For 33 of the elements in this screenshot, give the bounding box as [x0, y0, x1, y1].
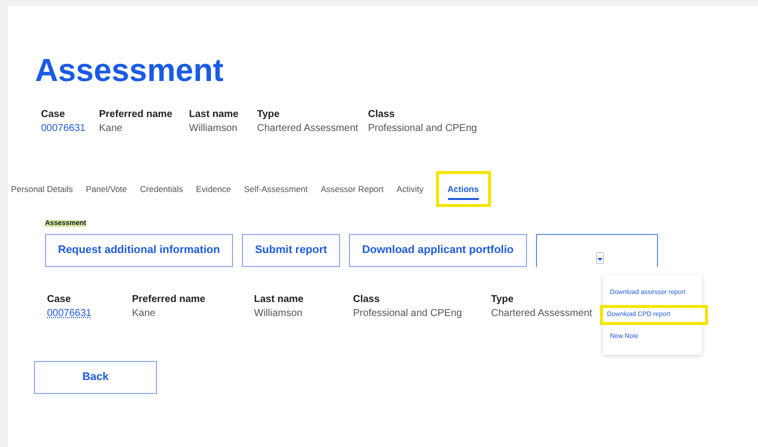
action-button[interactable]: Submit report [242, 234, 340, 267]
field-label: Class [368, 108, 396, 122]
tab[interactable]: Credentials [139, 171, 184, 207]
field-label: Last name [189, 108, 240, 122]
case-link[interactable]: 00076631 [47, 307, 92, 321]
case-link[interactable]: 00076631 [41, 122, 86, 136]
tab[interactable]: Panel/Vote [84, 171, 128, 207]
field-value: Williamson [189, 122, 238, 136]
back-button[interactable]: Back [34, 361, 157, 394]
field-label: Last name [254, 293, 304, 307]
field-label: Class [353, 293, 381, 307]
field-value: Professional and CPEng [353, 307, 463, 321]
field-label: Preferred name [132, 293, 206, 307]
field-value: Chartered Assessment [257, 122, 360, 136]
tab[interactable]: Self-Assessment [242, 171, 309, 207]
action-button[interactable]: Request additional information [45, 234, 233, 267]
tab[interactable]: Activity [396, 171, 425, 207]
field-label: Case [47, 293, 72, 307]
field-value: Williamson [254, 307, 304, 321]
field-value: Professional and CPEng [368, 122, 478, 136]
action-button[interactable]: Download applicant portfolio [349, 234, 527, 267]
field-label: Type [257, 108, 281, 122]
field-label: Case [41, 108, 66, 122]
tab[interactable]: Assessor Report [320, 171, 385, 207]
field-value: Kane [132, 307, 156, 321]
tab[interactable]: Actions [436, 171, 491, 207]
tab[interactable]: Personal Details [10, 171, 74, 207]
field-value: Chartered Assessment [491, 307, 591, 321]
field-value: Kane [99, 122, 124, 136]
tab[interactable]: Evidence [195, 171, 232, 207]
field-label: Preferred name [99, 108, 174, 122]
page-title: Assessment [35, 51, 225, 88]
field-label: Type [491, 293, 515, 307]
